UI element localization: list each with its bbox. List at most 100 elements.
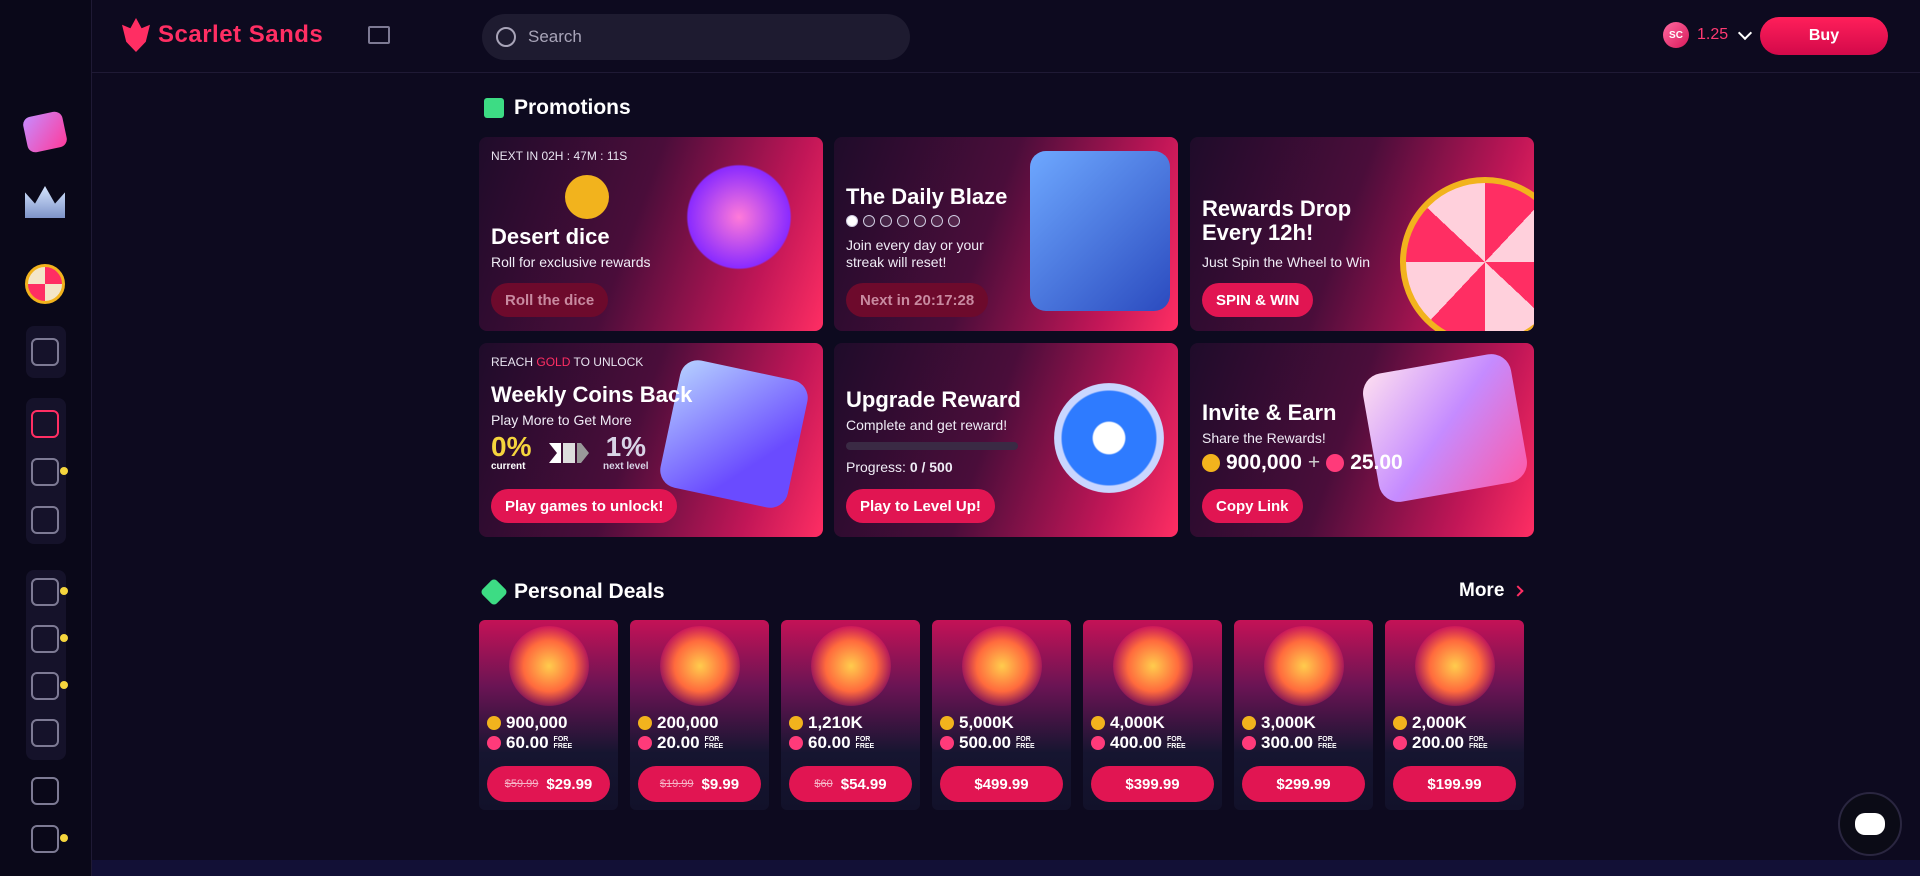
gold-coin-icon — [1202, 454, 1220, 472]
deal-card[interactable]: 900,000 60.00 FOR FREE $59.99 $29.99 — [479, 620, 618, 810]
balance-selector[interactable]: SC 1.25 — [1663, 22, 1753, 48]
envelope-illustration — [1359, 350, 1531, 506]
roll-dice-button[interactable]: Roll the dice — [491, 283, 609, 317]
sc-coin-icon — [1242, 736, 1256, 750]
promo-title: Invite & Earn — [1202, 400, 1337, 425]
chevron-right-icon — [1512, 585, 1525, 597]
level-up-button[interactable]: Play to Level Up! — [846, 489, 995, 523]
deal-buy-button[interactable]: $60 $54.99 — [789, 766, 912, 802]
deal-buy-button[interactable]: $399.99 — [1091, 766, 1214, 802]
next-streak-button[interactable]: Next in 20:17:28 — [846, 283, 989, 317]
streak-dot — [931, 215, 943, 227]
star-icon[interactable] — [31, 672, 59, 700]
profile-icon[interactable] — [31, 825, 59, 853]
deal-card[interactable]: 4,000K 400.00 FOR FREE $399.99 — [1083, 620, 1222, 810]
copy-link-button[interactable]: Copy Link — [1202, 489, 1303, 523]
level-up-arrow-illustration — [1054, 383, 1164, 493]
gold-coin-icon — [1242, 716, 1256, 730]
next-value: 1% — [605, 431, 647, 462]
brand-logo[interactable]: Scarlet Sands — [122, 18, 323, 52]
deal-card[interactable]: 200,000 20.00 FOR FREE $19.99 $9.99 — [630, 620, 769, 810]
next-level: 1% next level — [603, 431, 649, 472]
deal-card[interactable]: 1,210K 60.00 FOR FREE $60 $54.99 — [781, 620, 920, 810]
deal-gems: 20.00 — [657, 733, 700, 752]
support-chat-button[interactable] — [1838, 792, 1902, 856]
gold-coin-icon — [1393, 716, 1407, 730]
more-label: More — [1459, 580, 1505, 601]
streak-dot — [846, 215, 858, 227]
user-card-icon[interactable] — [31, 506, 59, 534]
deal-old-price: $60 — [814, 778, 833, 790]
promo-card-daily-blaze: The Daily Blaze Join every day or your s… — [834, 137, 1178, 331]
notification-dot — [60, 587, 68, 595]
streak-dots — [846, 215, 960, 227]
deal-buy-button[interactable]: $499.99 — [940, 766, 1063, 802]
promo-title: Upgrade Reward — [846, 387, 1021, 412]
deal-buy-button[interactable]: $59.99 $29.99 — [487, 766, 610, 802]
deal-buy-button[interactable]: $199.99 — [1393, 766, 1516, 802]
promo-title: The Daily Blaze — [846, 184, 1008, 209]
promo-card-rewards-drop: Rewards Drop Every 12h! Just Spin the Wh… — [1190, 137, 1534, 331]
deal-illustration — [509, 626, 589, 706]
tag-icon — [479, 577, 509, 607]
spin-win-button[interactable]: SPIN & WIN — [1202, 283, 1314, 317]
more-link[interactable]: More — [1459, 580, 1525, 602]
deal-illustration — [1415, 626, 1495, 706]
deal-gems: 500.00 — [959, 733, 1011, 752]
sc-coin-icon — [1393, 736, 1407, 750]
progress-bar — [846, 442, 1018, 450]
deal-illustration — [962, 626, 1042, 706]
gift-icon — [484, 98, 504, 118]
deal-coins: 200,000 — [657, 713, 719, 732]
search-input[interactable]: Search — [482, 14, 910, 60]
progress-text: Progress: 0 / 500 — [846, 459, 953, 476]
free-label: FOR FREE — [855, 736, 875, 750]
chat-bubble-icon[interactable] — [31, 777, 59, 805]
crown-icon[interactable] — [23, 180, 67, 224]
free-label: FOR FREE — [1167, 736, 1186, 750]
deal-price: $399.99 — [1125, 775, 1180, 793]
footer-strip — [92, 860, 1920, 876]
deal-card[interactable]: 5,000K 500.00 FOR FREE $499.99 — [932, 620, 1071, 810]
live-icon[interactable] — [31, 625, 59, 653]
promo-card-upgrade-reward: Upgrade Reward Complete and get reward! … — [834, 343, 1178, 537]
calendar-icon[interactable] — [31, 338, 59, 366]
promo-subtitle: Share the Rewards! — [1202, 430, 1326, 446]
free-label: FOR FREE — [704, 736, 724, 750]
slots-icon[interactable] — [31, 578, 59, 606]
promo-card-invite-earn: Invite & Earn Share the Rewards! 900,000… — [1190, 343, 1534, 537]
notification-dot — [60, 634, 68, 642]
deal-gems: 60.00 — [808, 733, 851, 752]
deal-buy-button[interactable]: $19.99 $9.99 — [638, 766, 761, 802]
deal-card[interactable]: 3,000K 300.00 FOR FREE $299.99 — [1234, 620, 1373, 810]
deal-coins: 1,210K — [808, 713, 863, 732]
sc-coin-icon — [789, 736, 803, 750]
promo-subtitle: Just Spin the Wheel to Win — [1202, 254, 1371, 270]
promotions-title: Promotions — [514, 96, 631, 119]
eyebrow-text: TO UNLOCK — [573, 355, 644, 369]
streak-dot — [880, 215, 892, 227]
deal-price: $9.99 — [701, 775, 740, 793]
play-games-button[interactable]: Play games to unlock! — [491, 489, 678, 523]
deal-coins-row: 900,000 — [487, 713, 567, 733]
gold-coin-icon — [789, 716, 803, 730]
deal-card[interactable]: 2,000K 200.00 FOR FREE $199.99 — [1385, 620, 1524, 810]
promo-subtitle: Roll for exclusive rewards — [491, 254, 651, 270]
ticket-icon[interactable] — [31, 458, 59, 486]
streak-dot — [897, 215, 909, 227]
dice-game-icon[interactable] — [21, 110, 69, 154]
promo-card-desert-dice: NEXT IN 02H : 47M : 11S Desert dice Roll… — [479, 137, 823, 331]
deal-buy-button[interactable]: $299.99 — [1242, 766, 1365, 802]
wheel-icon[interactable] — [23, 262, 67, 306]
search-icon — [496, 27, 516, 47]
deal-illustration — [1264, 626, 1344, 706]
gift-icon[interactable] — [31, 410, 59, 438]
mail-icon[interactable] — [368, 26, 390, 44]
buy-button[interactable]: Buy — [1760, 17, 1888, 55]
deal-gems: 400.00 — [1110, 733, 1162, 752]
deal-coins-row: 3,000K — [1242, 713, 1316, 733]
sc-coin-icon: SC — [1663, 22, 1689, 48]
deals-title: Personal Deals — [514, 580, 665, 603]
trophy-icon[interactable] — [31, 719, 59, 747]
gold-coin-icon — [638, 716, 652, 730]
